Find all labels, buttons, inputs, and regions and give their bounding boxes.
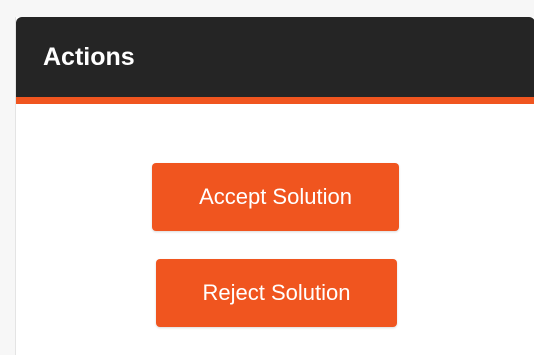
- accept-solution-button[interactable]: Accept Solution: [152, 163, 399, 231]
- reject-solution-button[interactable]: Reject Solution: [156, 259, 397, 327]
- panel-body: Accept Solution Reject Solution: [16, 104, 534, 355]
- panel-title: Actions: [43, 43, 135, 71]
- actions-panel: Actions Accept Solution Reject Solution: [15, 17, 534, 355]
- panel-header: Actions: [16, 17, 534, 104]
